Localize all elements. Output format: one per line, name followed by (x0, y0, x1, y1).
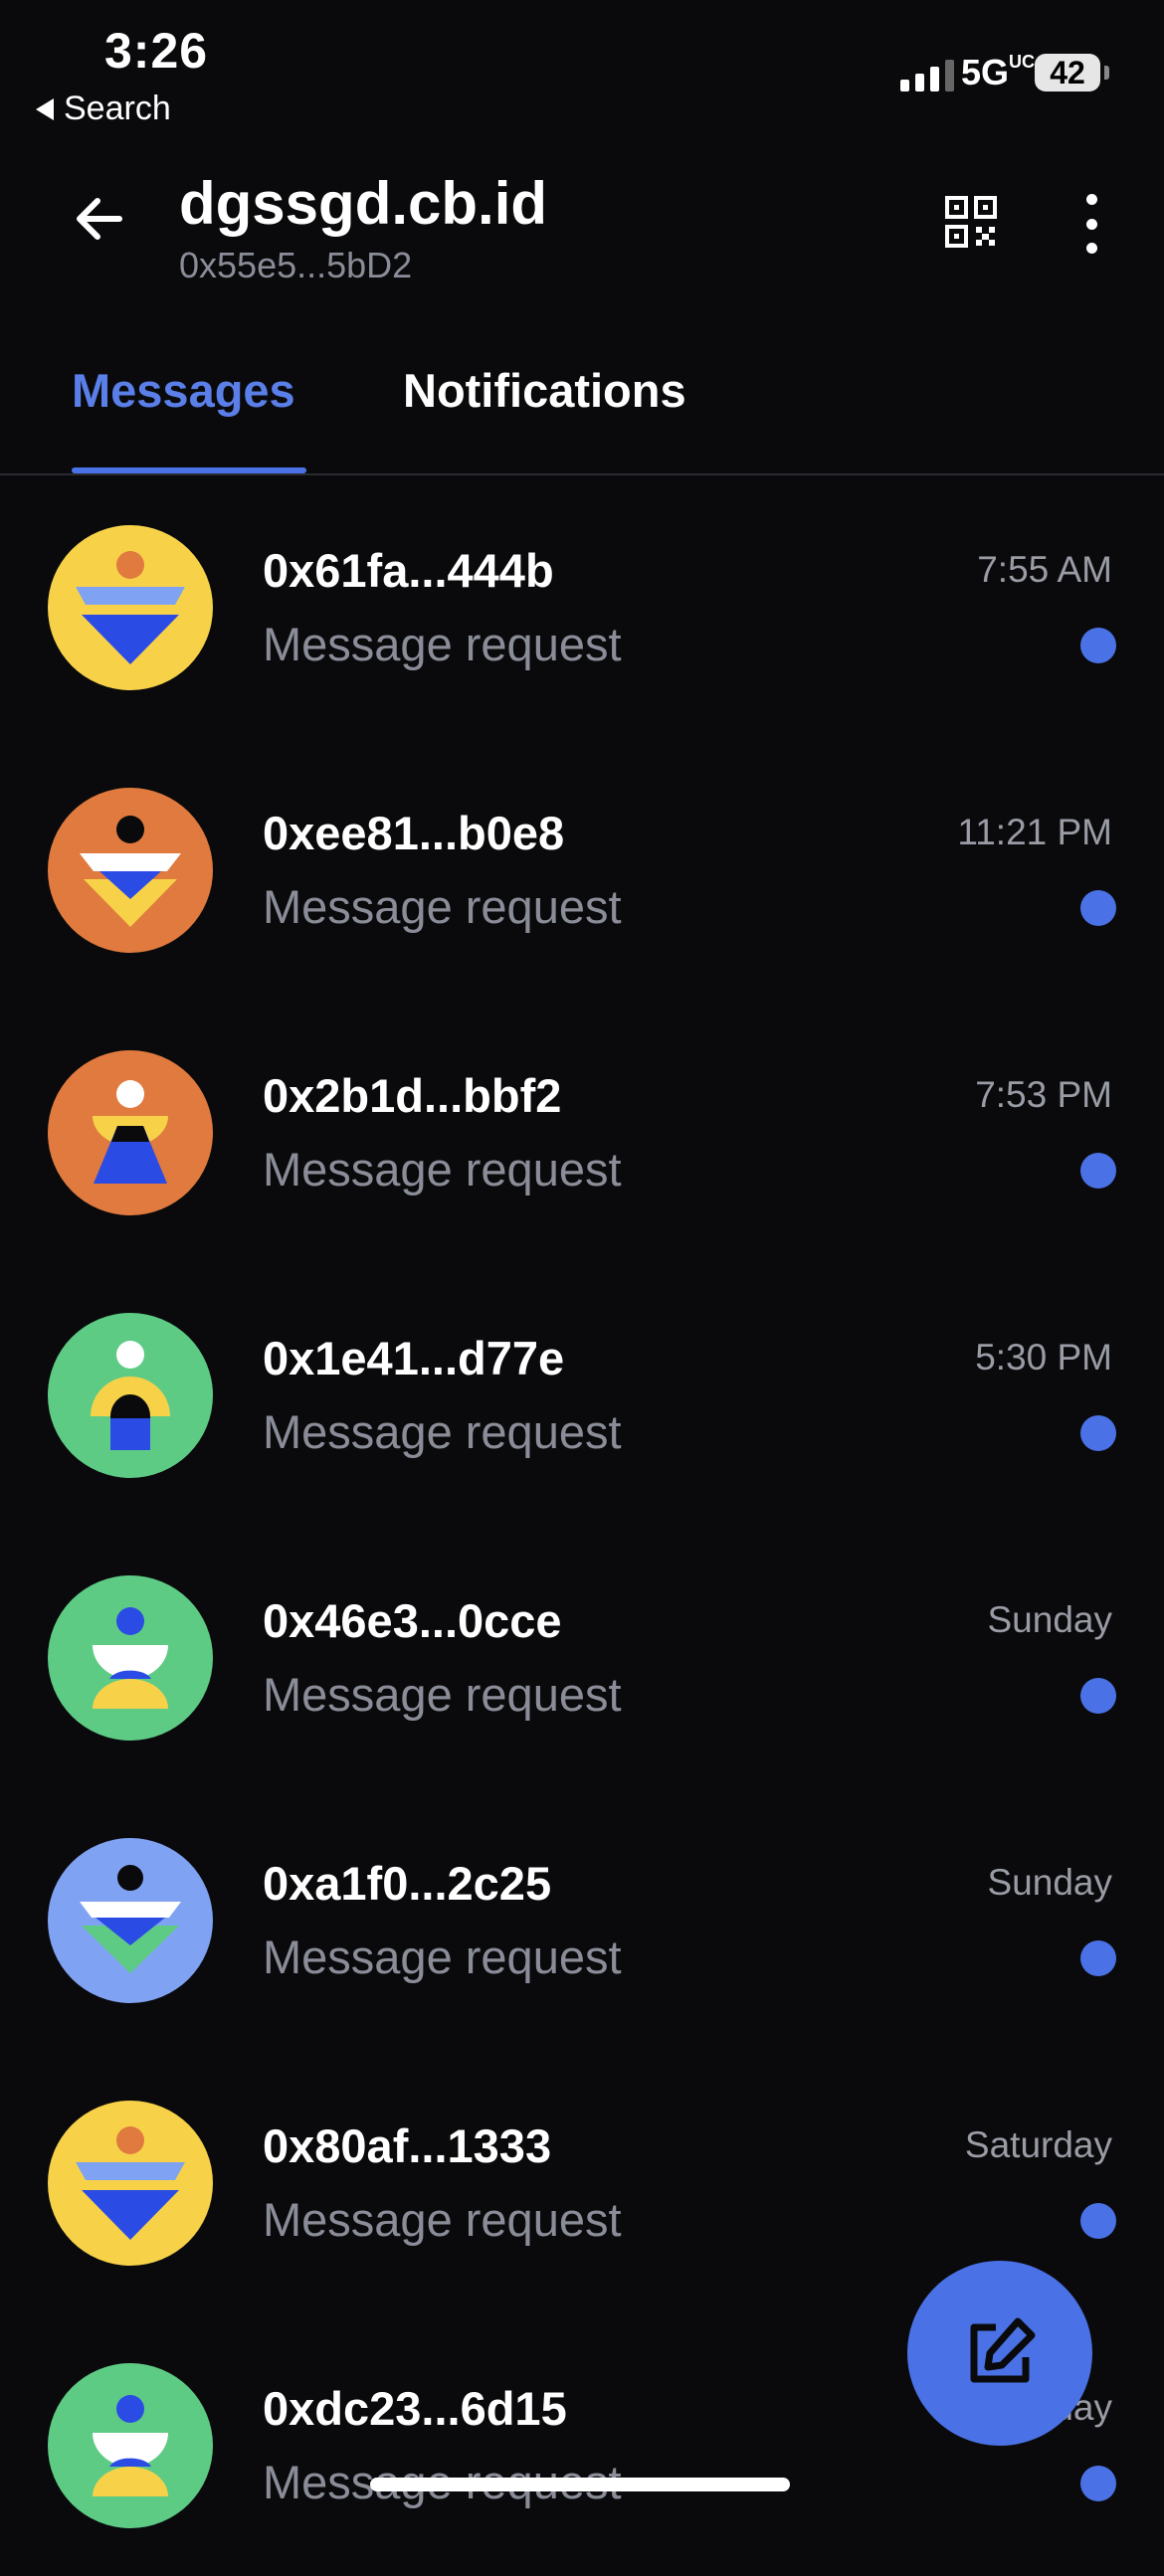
conversation-time: Saturday (964, 2124, 1112, 2165)
battery-icon: 42 (1035, 54, 1100, 92)
conversation-address: 0x1e41...d77e (263, 1332, 565, 1384)
conversation-row[interactable]: 0xa1f0...2c25 Message request Sunday (0, 1788, 1164, 2051)
back-app-label: Search (64, 90, 171, 127)
unread-dot (1080, 1940, 1116, 1976)
qr-code-button[interactable] (945, 196, 997, 248)
conversation-address: 0xa1f0...2c25 (263, 1857, 552, 1910)
conversation-time: 7:55 AM (977, 549, 1112, 590)
conversation-time: 5:30 PM (975, 1337, 1112, 1378)
conversation-preview: Message request (263, 2193, 622, 2246)
wallet-address[interactable]: 0x55e5...5bD2 (179, 245, 412, 286)
conversation-address: 0x46e3...0cce (263, 1594, 562, 1647)
conversation-address: 0xee81...b0e8 (263, 807, 565, 859)
unread-dot (1080, 2203, 1116, 2239)
avatar (48, 788, 213, 953)
conversation-time: 7:53 PM (975, 1074, 1112, 1115)
arrow-left-icon (77, 198, 122, 240)
avatar (48, 1575, 213, 1741)
conversation-address: 0x2b1d...bbf2 (263, 1069, 562, 1122)
avatar (48, 525, 213, 690)
unread-dot (1080, 890, 1116, 926)
unread-dot (1080, 2466, 1116, 2501)
conversation-time: Sunday (987, 1599, 1113, 1640)
conversation-row[interactable]: 0x46e3...0cce Message request Sunday (0, 1526, 1164, 1788)
conversation-preview: Message request (263, 1931, 622, 1983)
home-indicator[interactable] (370, 2478, 790, 2491)
conversation-row[interactable]: 0x2b1d...bbf2 Message request 7:53 PM (0, 1001, 1164, 1263)
back-triangle-icon (36, 97, 54, 120)
unread-dot (1080, 1153, 1116, 1189)
tab-messages[interactable]: Messages (72, 363, 295, 418)
status-bar: 3:26 Search 5GUC 42 (0, 0, 1164, 139)
signal-strength-icon (900, 58, 954, 92)
more-vertical-icon (1085, 194, 1097, 205)
tab-notifications[interactable]: Notifications (403, 363, 686, 418)
conversation-address: 0x80af...1333 (263, 2119, 552, 2172)
conversation-address: 0x61fa...444b (263, 544, 554, 597)
unread-dot (1080, 1415, 1116, 1451)
conversation-row[interactable]: 0x61fa...444b Message request 7:55 AM (0, 475, 1164, 738)
conversation-row[interactable]: 0x1e41...d77e Message request 5:30 PM (0, 1263, 1164, 1526)
battery-level: 42 (1050, 54, 1085, 91)
compose-icon (970, 2317, 1036, 2383)
unread-dot (1080, 628, 1116, 663)
conversation-time: Sunday (987, 1862, 1113, 1903)
avatar (48, 1838, 213, 2003)
back-button[interactable] (70, 189, 129, 249)
conversation-preview: Message request (263, 1405, 622, 1458)
conversation-preview: Message request (263, 1668, 622, 1721)
conversation-preview: Message request (263, 1143, 622, 1196)
conversation-preview: Message request (263, 618, 622, 670)
more-options-button[interactable] (1079, 194, 1103, 254)
compose-button[interactable] (907, 2261, 1092, 2446)
network-type: 5GUC (961, 52, 1036, 92)
avatar (48, 2101, 213, 2266)
page-title: dgssgd.cb.id (179, 170, 548, 237)
conversation-time: 11:21 PM (957, 812, 1112, 852)
qr-code-icon (945, 196, 997, 248)
conversation-address: 0xdc23...6d15 (263, 2382, 567, 2435)
conversation-row[interactable]: 0xee81...b0e8 Message request 11:21 PM (0, 738, 1164, 1001)
avatar (48, 1050, 213, 1215)
avatar (48, 2363, 213, 2528)
battery-cap (1104, 66, 1109, 80)
conversation-preview: Message request (263, 880, 622, 933)
status-time: 3:26 (104, 23, 209, 79)
unread-dot (1080, 1678, 1116, 1714)
avatar (48, 1313, 213, 1478)
back-to-search-link[interactable]: Search (36, 90, 171, 128)
